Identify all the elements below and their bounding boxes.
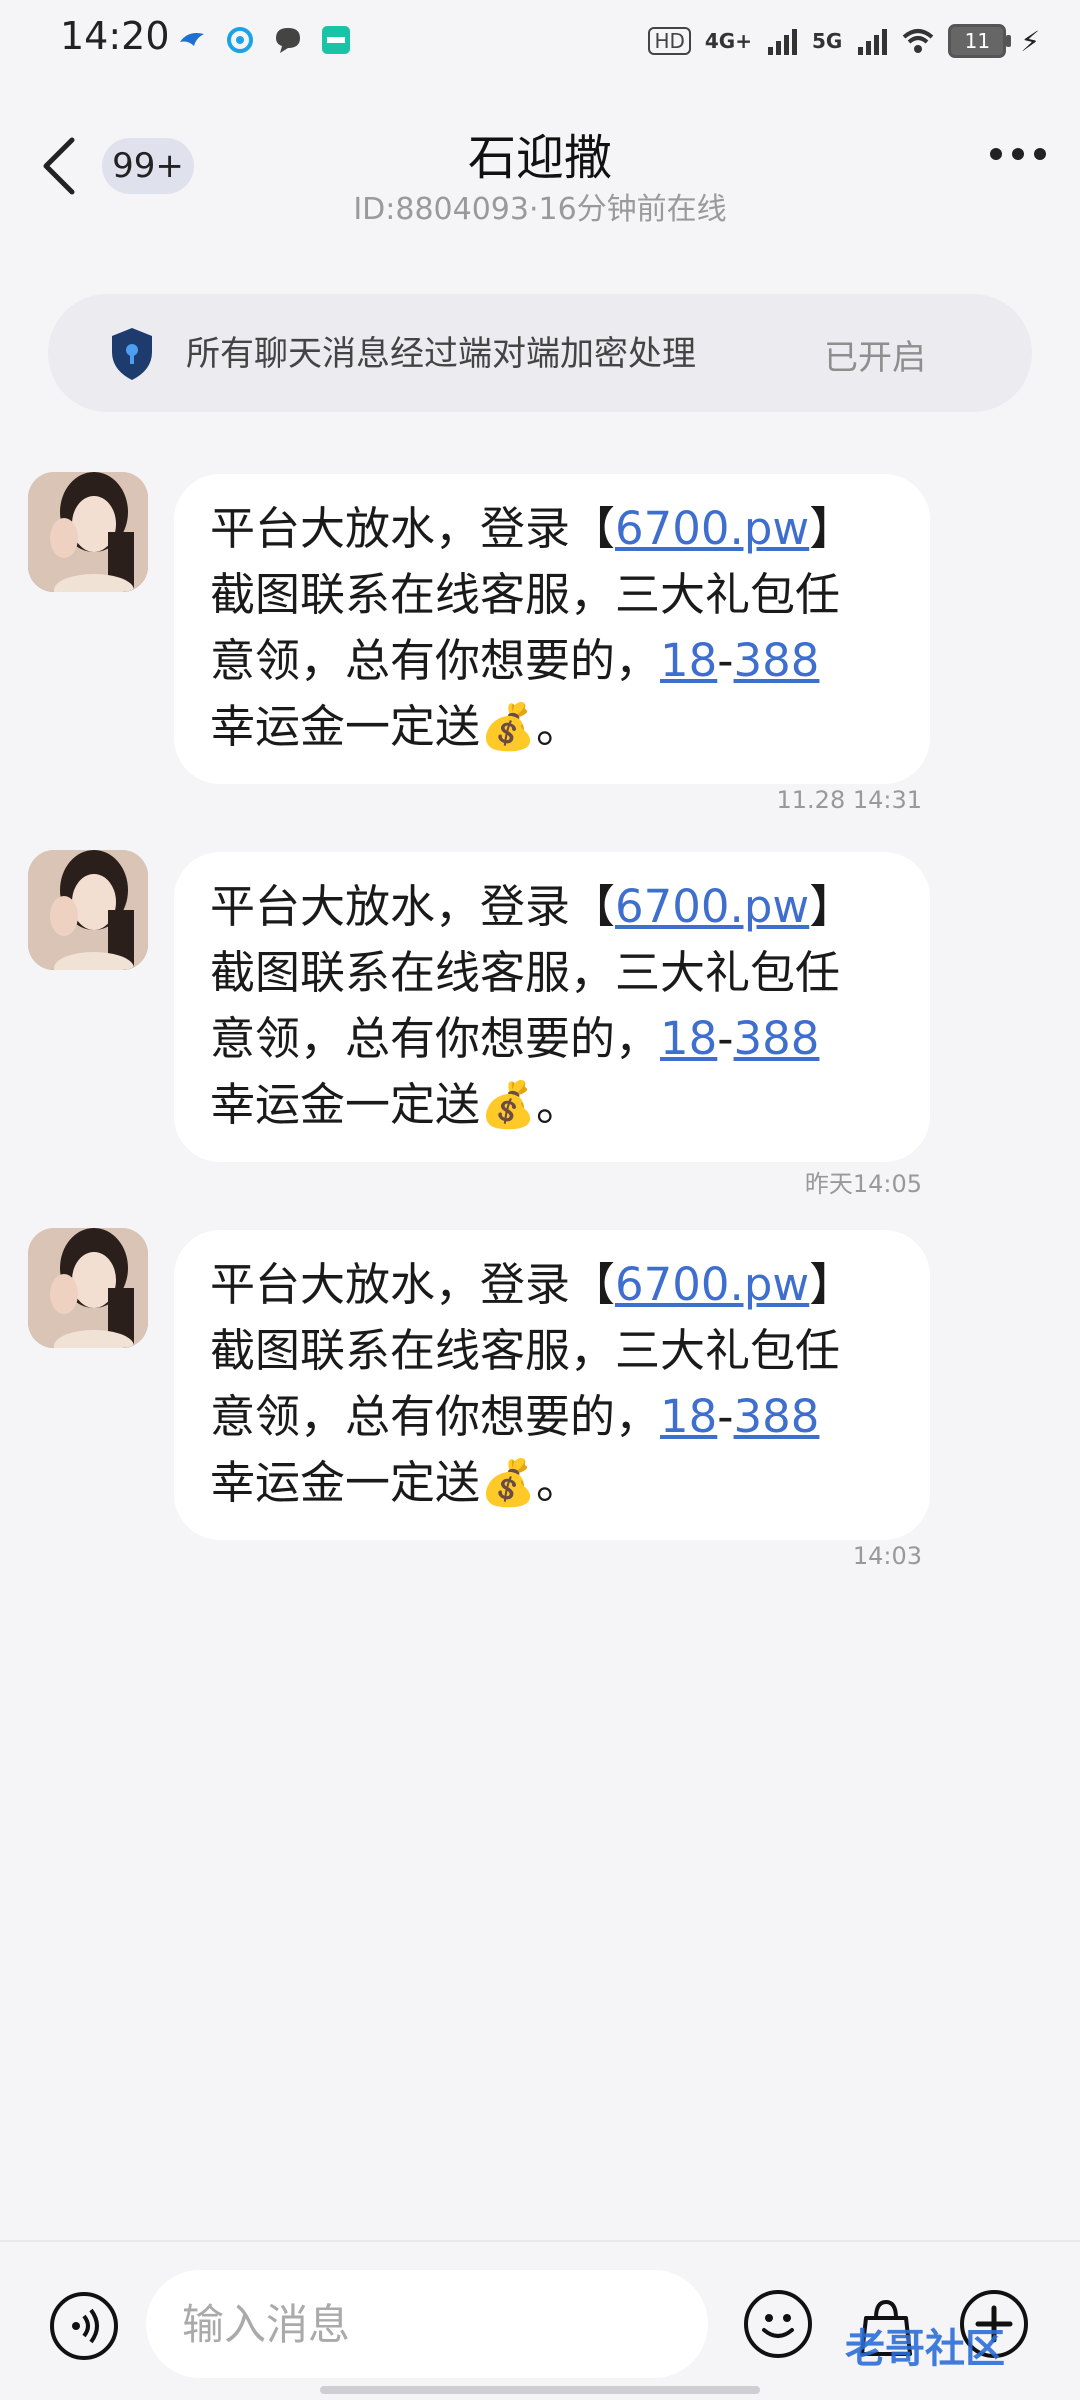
system-status-icons: HD 4G+ 5G 11 ⚡ (648, 24, 1040, 58)
signal-icon (858, 29, 888, 55)
message-bubble[interactable]: 平台大放水，登录【6700.pw】 截图联系在线客服，三大礼包任 意领，总有你想… (174, 474, 930, 784)
signal-icon (767, 29, 797, 55)
home-indicator[interactable] (320, 2386, 760, 2394)
notification-icons (176, 24, 352, 56)
message-bubble[interactable]: 平台大放水，登录【6700.pw】 截图联系在线客服，三大礼包任 意领，总有你想… (174, 1230, 930, 1540)
hd-icon: HD (648, 27, 691, 55)
browser-icon (227, 27, 253, 53)
network-4g-label: 4G+ (704, 29, 752, 53)
avatar-portrait (28, 850, 148, 970)
message-line: 意领，总有你想要的，18-388 (210, 634, 820, 687)
message-line: 平台大放水，登录【6700.pw】 (210, 502, 855, 555)
number-link[interactable]: 388 (734, 1012, 820, 1065)
domain-link[interactable]: 6700.pw (615, 880, 809, 933)
message-input[interactable] (146, 2270, 708, 2378)
avatar-portrait (28, 472, 148, 592)
voice-input-button[interactable] (50, 2292, 118, 2360)
number-link[interactable]: 388 (734, 634, 820, 687)
domain-link[interactable]: 6700.pw (615, 502, 809, 555)
voice-icon (72, 2308, 99, 2344)
contact-name: 石迎撒 (467, 130, 612, 186)
shield-icon (112, 328, 152, 380)
message-line: 截图联系在线客服，三大礼包任 (210, 1324, 841, 1377)
message-line: 平台大放水，登录【6700.pw】 (210, 880, 855, 933)
number-link[interactable]: 18 (660, 1012, 717, 1065)
message-timestamp: 14:03 (852, 1542, 922, 1570)
contact-subtitle: ID:8804093·16分钟前在线 (353, 192, 727, 227)
number-link[interactable]: 18 (660, 1390, 717, 1443)
message-bubble[interactable]: 平台大放水，登录【6700.pw】 截图联系在线客服，三大礼包任 意领，总有你想… (174, 852, 930, 1162)
more-options-icon[interactable] (990, 148, 1046, 160)
domain-link[interactable]: 6700.pw (615, 1258, 809, 1311)
avatar[interactable] (28, 1228, 148, 1348)
network-5g-label: 5G (811, 29, 843, 53)
chat-icon (276, 28, 300, 53)
charging-icon: ⚡ (1020, 24, 1040, 58)
encryption-text: 所有聊天消息经过端对端加密处理 (186, 334, 696, 374)
message-line: 平台大放水，登录【6700.pw】 (210, 1258, 855, 1311)
message-line: 截图联系在线客服，三大礼包任 (210, 568, 841, 621)
avatar[interactable] (28, 850, 148, 970)
emoji-button[interactable] (744, 2290, 812, 2358)
composer-divider (0, 2240, 1080, 2242)
watermark: 老哥社区 (845, 2326, 1005, 2372)
message-line: 幸运金一定送💰。 (210, 1078, 582, 1131)
bird-icon (180, 33, 204, 46)
avatar-portrait (28, 1228, 148, 1348)
status-time: 14:20 (60, 14, 170, 58)
message-line: 意领，总有你想要的，18-388 (210, 1012, 820, 1065)
wifi-icon (903, 29, 934, 53)
encryption-status: 已开启 (824, 338, 926, 378)
message-line: 意领，总有你想要的，18-388 (210, 1390, 820, 1443)
message-timestamp: 昨天14:05 (804, 1170, 922, 1198)
avatar[interactable] (28, 472, 148, 592)
number-link[interactable]: 18 (660, 634, 717, 687)
battery-icon: 11 (948, 24, 1012, 58)
boss-app-icon (322, 26, 350, 54)
message-line: 截图联系在线客服，三大礼包任 (210, 946, 841, 999)
smiley-icon (762, 2314, 794, 2338)
message-line: 幸运金一定送💰。 (210, 700, 582, 753)
message-timestamp: 11.28 14:31 (776, 786, 923, 814)
number-link[interactable]: 388 (734, 1390, 820, 1443)
message-line: 幸运金一定送💰。 (210, 1456, 582, 1509)
